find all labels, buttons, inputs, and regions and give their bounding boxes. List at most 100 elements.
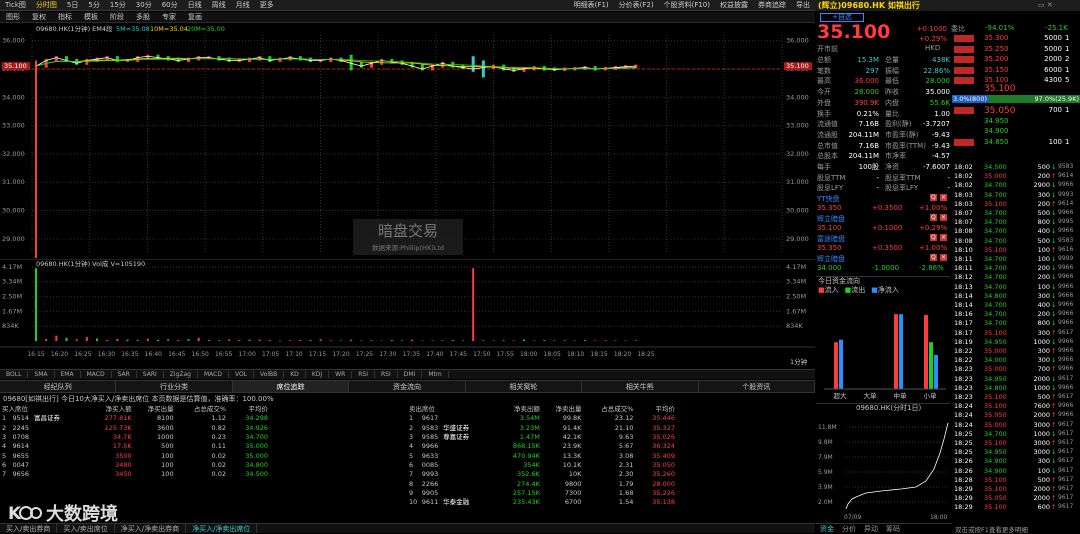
toolbar-item-4[interactable]: 阶段 [104,12,130,22]
indicator-13[interactable]: RSI [352,371,375,378]
header-cell: 平均价 [248,405,269,414]
toolbar-item-2[interactable]: 指标 [52,12,78,22]
indicator-2[interactable]: EMA [55,371,81,378]
indicator-1[interactable]: SMA [28,371,55,378]
tab-3[interactable]: 资金流向 [349,381,466,392]
indicator-10[interactable]: KD [284,371,306,378]
period-tab-9[interactable]: 月线 [231,0,255,10]
table-row[interactable]: 8 2266 274.4K 9800 1.79 28.000 [407,479,677,488]
table-row[interactable]: 6 0047 3480 100 0.02 34.800 [0,461,270,470]
indicator-9[interactable]: VolBB [254,371,285,378]
price-chart[interactable]: 36.00036.00035.00035.00034.00034.00033.0… [0,23,815,258]
table-row[interactable]: 6 0085 354K 10.1K 2.31 35.050 [407,461,677,470]
table-row[interactable]: 5 9655 3500 100 0.02 35.000 [0,451,270,460]
period-tab-6[interactable]: 60分 [157,0,183,10]
table-cell: 354K [523,460,540,469]
right-tab-0[interactable]: 资金 [816,524,838,533]
related-close-icon[interactable]: × [940,194,948,201]
time-tick: 17:35 [403,351,420,358]
bottom-tab-3[interactable]: 净买入/净卖出席位 [186,524,258,533]
indicator-6[interactable]: ZigZag [164,371,198,378]
period-tab-8[interactable]: 周线 [207,0,231,10]
period-tab-5[interactable]: 30分 [131,0,157,10]
indicator-4[interactable]: SAR [112,371,137,378]
indicator-15[interactable]: DMI [398,371,423,378]
indicator-16[interactable]: Mtm [422,371,449,378]
indicator-3[interactable]: MACD [81,371,112,378]
table-row[interactable]: 2 2245 125.73K 3600 0.82 34.926 [0,424,270,433]
stat-cell: -3.7207 [922,120,950,129]
indicator-0[interactable]: BOLL [0,371,29,378]
table-row[interactable]: 9 9905 257.15K 7300 1.68 35.226 [407,489,677,498]
table-row[interactable]: 2 9583 华盛证券 3.23M 91.4K 21.10 35.327 [407,424,677,433]
indicator-14[interactable]: RSI [375,371,398,378]
related-zoom-icon[interactable]: Q [930,214,937,221]
table-row[interactable]: 10 9611 华泰金融 235.43K 6700 1.54 35.138 [407,498,677,507]
toolbar-item-6[interactable]: 专家 [156,12,182,22]
right-tab-2[interactable]: 异动 [860,524,882,533]
related-name[interactable]: 富途暗盘 [817,234,845,244]
table-row[interactable]: 7 9656 3450 100 0.02 34.500 [0,470,270,479]
top-right-3[interactable]: 权益披露 [715,0,753,10]
related-zoom-icon[interactable]: Q [930,194,937,201]
trade-arrow-icon: ↑ [1051,475,1057,484]
top-right-5[interactable]: 导出 [791,0,815,10]
related-name[interactable]: 辉立暗盘 [817,254,845,264]
tab-2[interactable]: 席位追踪 [232,381,350,392]
table-row[interactable]: 5 9633 470.94K 13.3K 3.08 35.409 [407,451,677,460]
trade-volume: 2900 [1033,181,1050,190]
related-name[interactable]: YT快盘 [817,194,840,204]
volume-chart[interactable]: 4.17M 4.17M 3.34M 3.34M 2.50M 2.50M 1.67M 1.67M… [0,259,815,369]
toolbar-item-5[interactable]: 多股 [130,12,156,22]
tab-5[interactable]: 相关牛熊 [582,381,699,392]
period-tab-0[interactable]: Tick图 [0,0,31,10]
period-tab-1[interactable]: 分时图 [31,0,62,10]
indicator-7[interactable]: MACD [198,371,229,378]
toolbar-item-0[interactable]: 图形 [0,12,26,22]
tab-6[interactable]: 个股资讯 [699,381,815,392]
indicator-8[interactable]: VOL [229,371,255,378]
period-tab-7[interactable]: 日线 [183,0,207,10]
table-row[interactable]: 4 9614 17.5K 500 0.11 35.000 [0,442,270,451]
toolbar-item-1[interactable]: 复权 [26,12,52,22]
minimize-icon[interactable]: ▭ [1038,1,1045,9]
bottom-tab-0[interactable]: 买入/卖出券商 [0,524,58,533]
toolbar-item-3[interactable]: 模板 [78,12,104,22]
table-row[interactable]: 7 9993 352.6K 10K 2.30 35.260 [407,470,677,479]
table-row[interactable]: 1 9617 3.54M 99.8K 23.12 35.446 [407,414,677,423]
tab-1[interactable]: 行业分类 [116,381,233,392]
indicator-11[interactable]: KDJ [306,371,330,378]
bottom-tab-1[interactable]: 买入/卖出席位 [57,524,115,533]
related-close-icon[interactable]: × [940,234,948,241]
toolbar-item-7[interactable]: 复画 [182,12,208,22]
related-name[interactable]: 辉立暗盘 [817,214,845,224]
table-row[interactable]: 4 9966 868.15K 23.9K 5.67 36.324 [407,442,677,451]
close-icon[interactable]: ✕ [1047,1,1053,9]
right-tab-3[interactable]: 筹码 [882,524,904,533]
top-right-4[interactable]: 券商追踪 [753,0,791,10]
table-row[interactable]: 3 0708 34.7K 1000 0.23 34.700 [0,433,270,442]
table-cell: 35.000 [245,451,268,460]
bottom-tab-2[interactable]: 净买入/净卖出券商 [115,524,187,533]
related-zoom-icon[interactable]: Q [930,254,937,261]
period-tab-2[interactable]: 5日 [62,0,83,10]
right-tab-1[interactable]: 分价 [838,524,860,533]
table-row[interactable]: 1 9514 富昌证券 277.81K 8100 1.12 34.298 [0,414,270,423]
top-right-1[interactable]: 分价表(F2) [614,0,659,10]
period-tab-3[interactable]: 5分 [83,0,104,10]
related-close-icon[interactable]: × [940,214,948,221]
period-tab-10[interactable]: 更多 [255,0,279,10]
tab-0[interactable]: 经纪队列 [0,381,117,392]
trade-volume: 500 [1037,393,1050,401]
top-right-2[interactable]: 个股资料(F10) [659,0,715,10]
indicator-5[interactable]: SARI [137,371,164,378]
tab-4[interactable]: 相关窝轮 [466,381,583,392]
related-zoom-icon[interactable]: Q [930,234,937,241]
top-right-0[interactable]: 明细表(F1) [569,0,614,10]
period-tab-4[interactable]: 15分 [105,0,131,10]
related-price: 34.000 [817,264,842,272]
trade-price: 34.950 [984,448,1007,457]
related-close-icon[interactable]: × [940,254,948,261]
table-row[interactable]: 3 9585 尊嘉证券 1.47M 42.1K 9.63 35.026 [407,433,677,442]
indicator-12[interactable]: WR [329,371,353,378]
